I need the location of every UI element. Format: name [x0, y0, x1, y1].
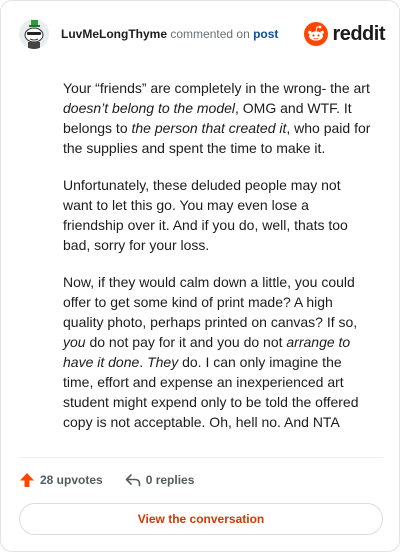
comment-paragraph-2: Unfortunately, these deluded people may … [63, 175, 373, 255]
post-link[interactable]: post [253, 27, 278, 41]
replies-button[interactable]: 0 replies [125, 472, 195, 488]
comment-text: . [139, 354, 148, 370]
emphasis-text: the person that created it [131, 120, 287, 136]
upvote-count: 28 upvotes [40, 473, 103, 487]
comment-card: LuvMeLongThyme commented on post reddit … [0, 0, 400, 552]
comment-paragraph-3: Now, if they would calm down a little, y… [63, 272, 373, 432]
comment-meta: LuvMeLongThyme commented on post [61, 27, 278, 41]
reddit-logo-icon [304, 22, 329, 46]
view-conversation-button[interactable]: View the conversation [19, 503, 383, 535]
username-link[interactable]: LuvMeLongThyme [61, 27, 167, 41]
upvote-arrow-icon [20, 473, 34, 487]
comment-text: Unfortunately, these deluded people may … [63, 177, 348, 253]
comment-header: LuvMeLongThyme commented on post reddit [19, 19, 385, 49]
upvote-button[interactable]: 28 upvotes [19, 472, 103, 488]
comment-text: Your “friends” are completely in the wro… [63, 80, 370, 96]
reddit-brand[interactable]: reddit [304, 21, 385, 47]
commented-on-text: commented on [170, 27, 250, 41]
comment-body: Your “friends” are completely in the wro… [63, 78, 373, 449]
user-avatar[interactable] [19, 19, 49, 49]
comment-text: Now, if they would calm down a little, y… [63, 274, 358, 330]
reply-arrow-icon [125, 474, 141, 487]
emphasis-text: doesn’t belong to the model [63, 100, 236, 116]
comment-text: do not pay for it and you do not [85, 334, 287, 350]
comment-paragraph-1: Your “friends” are completely in the wro… [63, 78, 373, 158]
reply-count: 0 replies [145, 473, 195, 487]
snoo-avatar-icon [24, 20, 44, 49]
divider [19, 457, 383, 458]
emphasis-text: They [147, 354, 179, 370]
reddit-wordmark: reddit [332, 22, 385, 45]
emphasis-text: you [63, 334, 86, 350]
comment-actions: 28 upvotes 0 replies [19, 469, 194, 491]
